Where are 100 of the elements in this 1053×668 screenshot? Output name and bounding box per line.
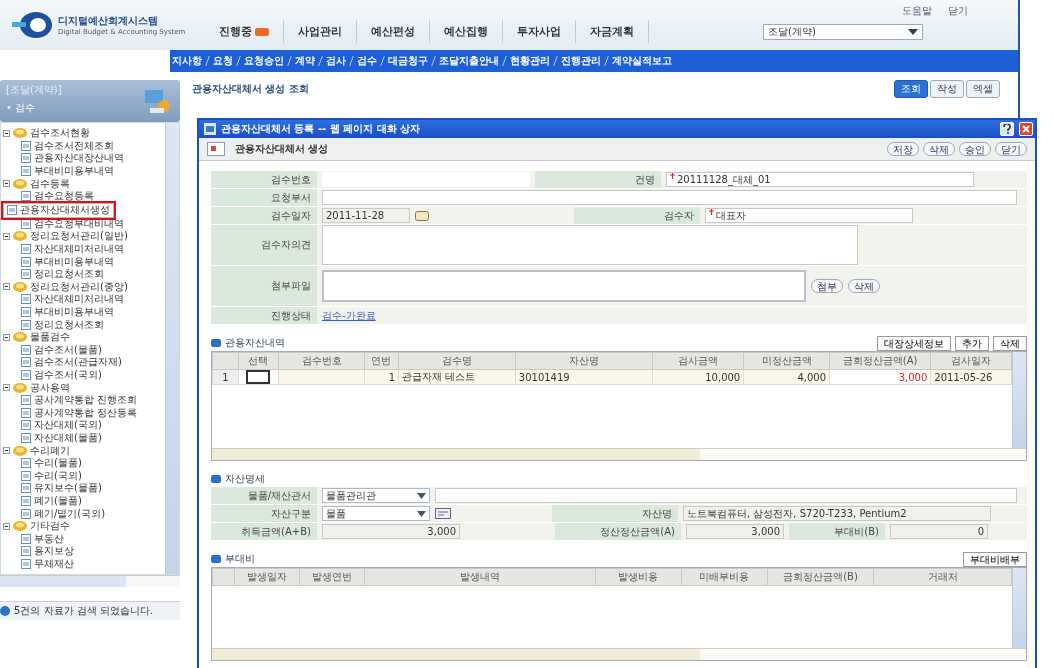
attachment-box[interactable] <box>322 270 806 302</box>
top-link[interactable]: 도움말 <box>902 4 932 18</box>
document-icon <box>21 420 31 431</box>
field-label: 건명 <box>535 171 661 188</box>
scrollbar[interactable] <box>212 448 1026 460</box>
inspector-field[interactable]: 대표자 <box>705 208 913 223</box>
tree-item[interactable]: 정리요청서조회 <box>3 267 104 281</box>
tree-item[interactable]: 부대비미용부내역 <box>3 164 114 178</box>
grid-button[interactable]: 추가 <box>955 335 989 351</box>
tree-item[interactable]: 부대비미용부내역 <box>3 305 114 319</box>
grid-button[interactable]: 삭제 <box>993 335 1027 351</box>
tree-item[interactable]: 관용자산대체서생성 <box>3 202 114 218</box>
toolbar-button[interactable]: 엑셀 <box>966 80 1000 98</box>
submenu-link[interactable]: 계약 <box>295 54 315 68</box>
submenu-link[interactable]: 검수 <box>357 54 377 68</box>
tree-folder[interactable]: 정리요청서관리(일반) <box>3 230 165 243</box>
tree-item[interactable]: 검수요청등록 <box>3 189 94 203</box>
tree-folder[interactable]: 검수등록 <box>3 177 165 190</box>
incidental-cost-field[interactable]: 0 <box>890 524 988 539</box>
menu-tab[interactable]: 예산편성 <box>357 20 430 43</box>
tree-folder[interactable]: 수리폐기 <box>3 444 165 457</box>
dialog-button[interactable]: 닫기 <box>995 142 1027 156</box>
tree-item[interactable]: 검수요청부대비내역 <box>3 217 124 231</box>
menu-tab[interactable]: 자금계획 <box>576 20 649 43</box>
submenu-link[interactable]: 현황관리 <box>510 54 550 68</box>
calendar-icon[interactable] <box>415 210 429 221</box>
tree-item[interactable]: 관용자산대장산내역 <box>3 152 124 165</box>
attachment-button[interactable]: 첨부 <box>811 279 843 293</box>
tree-item[interactable]: 폐기(물품) <box>3 494 82 508</box>
menu-tab[interactable]: 투자사업 <box>503 20 576 43</box>
tree-item[interactable]: 부동산 <box>3 532 64 545</box>
document-icon <box>21 395 31 406</box>
toolbar-button[interactable]: 작성 <box>930 80 964 98</box>
tree-item[interactable]: 검수조서전체조회 <box>3 139 114 153</box>
dialog-button[interactable]: 승인 <box>959 142 991 156</box>
tree-item[interactable]: 검수조서(물품) <box>3 343 102 357</box>
organization-dropdown[interactable]: 조달(계약) <box>763 23 923 40</box>
submenu-link[interactable]: 검사 <box>326 54 346 68</box>
tree-item[interactable]: 폐기/멸기(국외) <box>3 507 106 520</box>
menu-tab[interactable]: 사업관리 <box>284 20 357 43</box>
scrollbar[interactable] <box>165 123 179 574</box>
tree-item[interactable]: 공사계약통합 진행조회 <box>3 393 138 407</box>
tree-item[interactable]: 자산대체미처리내역 <box>3 242 124 256</box>
tree-item[interactable]: 무체재산 <box>3 557 74 571</box>
acquisition-amount-field[interactable]: 3,000 <box>322 524 460 539</box>
tree-item[interactable]: 수리(물품) <box>3 456 82 470</box>
scrollbar[interactable] <box>212 648 1026 660</box>
office-dropdown[interactable]: 물품관리관 <box>322 488 430 503</box>
scrollbar[interactable] <box>0 575 180 587</box>
menu-tab[interactable]: 예산집행 <box>430 20 503 43</box>
asset-name-field[interactable]: 노트북컴퓨터, 삼성전자, S720-T233, Pentium2 <box>683 506 991 521</box>
tree-item[interactable]: 검수조서(관급자재) <box>3 356 122 369</box>
subject-field[interactable]: 20111128_대체_01 <box>666 172 974 187</box>
top-link[interactable]: 닫기 <box>948 4 968 18</box>
tree-item[interactable]: 자산대체미처리내역 <box>3 293 124 306</box>
lookup-icon[interactable] <box>435 508 451 519</box>
tree-folder[interactable]: 검수조서현황 <box>3 127 165 140</box>
submenu-link[interactable]: 계약실적보고 <box>612 54 672 68</box>
grid-button[interactable]: 부대비배부 <box>963 551 1027 567</box>
document-icon <box>21 166 31 177</box>
date-field[interactable]: 2011-11-28 <box>322 208 410 223</box>
menu-tab[interactable]: 진행중 <box>205 20 284 43</box>
dialog-button[interactable]: 저장 <box>887 142 919 156</box>
help-button[interactable] <box>1000 122 1014 136</box>
submenu-link[interactable]: 진행관리 <box>561 54 601 68</box>
close-button[interactable] <box>1019 122 1033 136</box>
scrollbar[interactable] <box>1012 568 1026 648</box>
tree-item[interactable]: 유지보수(물품) <box>3 482 102 495</box>
tree-item[interactable]: 공사계약통합 정산등록 <box>3 406 138 420</box>
minus-box-icon <box>3 283 10 291</box>
request-department-field[interactable] <box>322 190 1017 205</box>
tree-folder[interactable]: 정리요청서관리(중앙) <box>3 280 165 294</box>
document-icon <box>7 205 17 216</box>
minus-box-icon <box>3 384 10 392</box>
select-checkbox[interactable] <box>246 370 271 384</box>
scrollbar[interactable] <box>1012 352 1026 448</box>
office-name-field[interactable] <box>435 488 1017 503</box>
attachment-button[interactable]: 삭제 <box>848 279 880 293</box>
submenu-link[interactable]: 요청승인 <box>244 54 284 68</box>
submenu-link[interactable]: 요청 <box>213 54 233 68</box>
tree-item[interactable]: 검수조서(국외) <box>3 368 102 382</box>
progress-status-link[interactable]: 검수-가완료 <box>322 308 376 323</box>
tree-folder[interactable]: 공사용역 <box>3 381 165 394</box>
tree-folder[interactable]: 물품검수 <box>3 330 165 344</box>
tree-item[interactable]: 부대비미용부내역 <box>3 255 114 268</box>
tree-item[interactable]: 자산대체(물품) <box>3 431 102 445</box>
tree-item[interactable]: 수리(국외) <box>3 469 82 483</box>
tree-item[interactable]: 정리요청서조회 <box>3 318 104 331</box>
tree-folder[interactable]: 기타검수 <box>3 519 165 533</box>
dialog-button[interactable]: 삭제 <box>923 142 955 156</box>
tree-item[interactable]: 자산대체(국외) <box>3 419 102 432</box>
submenu-link[interactable]: 대금청구 <box>388 54 428 68</box>
tree-item[interactable]: 용지보상 <box>3 545 74 558</box>
form-icon <box>207 142 225 156</box>
settled-amount-field[interactable]: 3,000 <box>686 524 784 539</box>
submenu-link[interactable]: 조달지출안내 <box>439 54 499 68</box>
asset-category-dropdown[interactable]: 물품 <box>322 506 430 521</box>
toolbar-button[interactable]: 조회 <box>894 80 928 98</box>
submenu-link[interactable]: 지사항 <box>172 54 202 68</box>
grid-button[interactable]: 대장상세정보 <box>877 335 951 351</box>
